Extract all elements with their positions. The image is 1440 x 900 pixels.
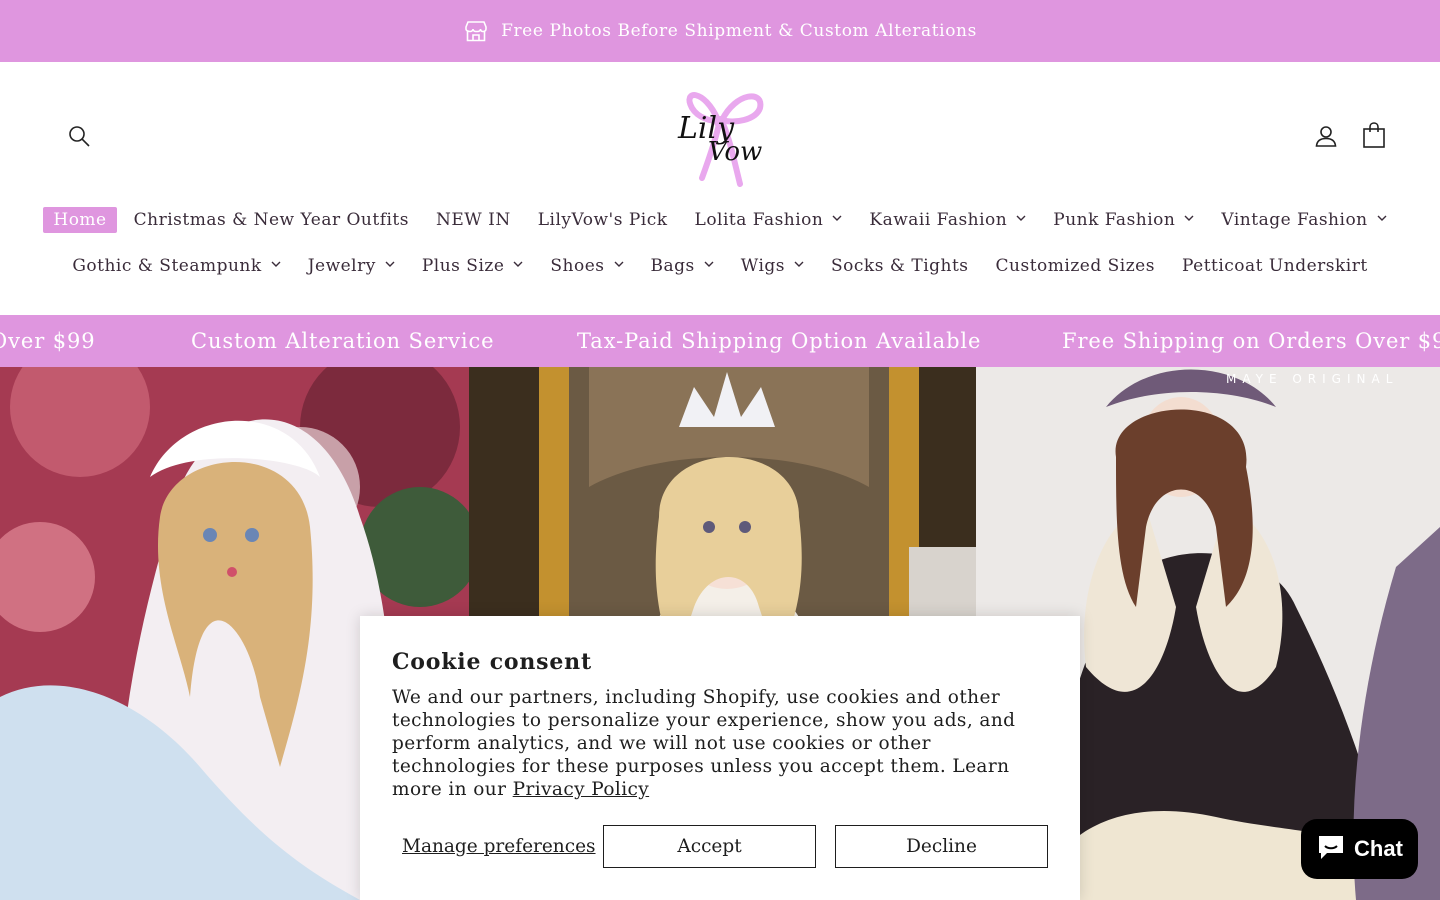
nav-label: Gothic & Steampunk <box>72 256 262 276</box>
nav-shoes[interactable]: Shoes <box>540 253 633 279</box>
manage-preferences-button[interactable]: Manage preferences <box>402 825 596 868</box>
cookie-actions: Manage preferences Accept Decline <box>392 825 1048 868</box>
chat-label: Chat <box>1354 836 1403 861</box>
chevron-down-icon <box>1184 215 1194 225</box>
nav-customized-sizes[interactable]: Customized Sizes <box>986 253 1165 279</box>
site-header: Lily Vow <box>0 62 1440 210</box>
logo-text-vow: Vow <box>708 137 762 167</box>
nav-label: Lolita Fashion <box>694 210 824 230</box>
nav-label: Punk Fashion <box>1053 210 1176 230</box>
chevron-down-icon <box>1016 215 1026 225</box>
chevron-down-icon <box>794 261 804 271</box>
nav-label: NEW IN <box>435 210 511 230</box>
cookie-title: Cookie consent <box>392 649 592 675</box>
nav-label: Kawaii Fashion <box>869 210 1008 230</box>
account-icon[interactable] <box>1311 121 1341 151</box>
main-nav-row-1: Home Christmas & New Year Outfits NEW IN… <box>0 207 1440 233</box>
nav-label: Customized Sizes <box>995 256 1155 276</box>
nav-label: Socks & Tights <box>830 256 969 276</box>
cookie-body-text: We and our partners, including Shopify, … <box>392 687 1016 800</box>
cookie-consent-dialog: Cookie consent We and our partners, incl… <box>360 616 1080 900</box>
announcement-bar: Free Photos Before Shipment & Custom Alt… <box>0 0 1440 62</box>
nav-home[interactable]: Home <box>43 207 117 233</box>
nav-new-in[interactable]: NEW IN <box>426 207 521 233</box>
nav-lilyvows-pick[interactable]: LilyVow's Pick <box>528 207 678 233</box>
chat-bubble-icon <box>1316 833 1346 865</box>
chevron-down-icon <box>704 261 714 271</box>
ticker-item: Over $99 <box>0 329 96 353</box>
nav-socks-tights[interactable]: Socks & Tights <box>821 253 979 279</box>
hero-watermark: MAYE ORIGINAL <box>1226 372 1398 386</box>
chevron-down-icon <box>614 261 624 271</box>
nav-bags[interactable]: Bags <box>641 253 724 279</box>
ticker-item: Tax-Paid Shipping Option Available <box>577 329 982 353</box>
nav-label: Shoes <box>550 256 605 276</box>
nav-label: Jewelry <box>307 256 376 276</box>
search-icon[interactable] <box>64 121 94 151</box>
nav-label: Christmas & New Year Outfits <box>133 210 409 230</box>
ticker-item: Custom Alteration Service <box>191 329 495 353</box>
nav-plus-size[interactable]: Plus Size <box>412 253 534 279</box>
chevron-down-icon <box>832 215 842 225</box>
accept-button[interactable]: Accept <box>603 825 816 868</box>
chevron-down-icon <box>385 261 395 271</box>
nav-christmas-new-year[interactable]: Christmas & New Year Outfits <box>124 207 419 233</box>
main-nav-row-2: Gothic & Steampunk Jewelry Plus Size Sho… <box>0 253 1440 279</box>
nav-wigs[interactable]: Wigs <box>731 253 814 279</box>
nav-label: Bags <box>650 256 695 276</box>
nav-label: LilyVow's Pick <box>537 210 668 230</box>
chevron-down-icon <box>271 261 281 271</box>
privacy-policy-link[interactable]: Privacy Policy <box>513 779 649 800</box>
nav-vintage-fashion[interactable]: Vintage Fashion <box>1211 207 1396 233</box>
nav-gothic-steampunk[interactable]: Gothic & Steampunk <box>62 253 290 279</box>
nav-kawaii-fashion[interactable]: Kawaii Fashion <box>859 207 1036 233</box>
nav-petticoat-underskirt[interactable]: Petticoat Underskirt <box>1172 253 1378 279</box>
announcement-text: Free Photos Before Shipment & Custom Alt… <box>501 21 977 41</box>
nav-label: Vintage Fashion <box>1221 210 1368 230</box>
nav-punk-fashion[interactable]: Punk Fashion <box>1043 207 1204 233</box>
chevron-down-icon <box>513 261 523 271</box>
promo-ticker: Over $99 Custom Alteration Service Tax-P… <box>0 315 1440 367</box>
nav-label: Petticoat Underskirt <box>1181 256 1368 276</box>
nav-label: Home <box>53 210 107 230</box>
decline-button[interactable]: Decline <box>835 825 1048 868</box>
cart-icon[interactable] <box>1359 120 1389 150</box>
nav-label: Wigs <box>740 256 785 276</box>
lilyvow-logo[interactable]: Lily Vow <box>664 78 776 190</box>
chat-button[interactable]: Chat <box>1301 819 1418 879</box>
cookie-body: We and our partners, including Shopify, … <box>392 686 1042 801</box>
nav-jewelry[interactable]: Jewelry <box>298 253 405 279</box>
store-icon <box>463 18 489 44</box>
nav-lolita-fashion[interactable]: Lolita Fashion <box>685 207 853 233</box>
nav-label: Plus Size <box>421 256 505 276</box>
ticker-item: Free Shipping on Orders Over $99 <box>1062 329 1440 353</box>
chevron-down-icon <box>1377 215 1387 225</box>
